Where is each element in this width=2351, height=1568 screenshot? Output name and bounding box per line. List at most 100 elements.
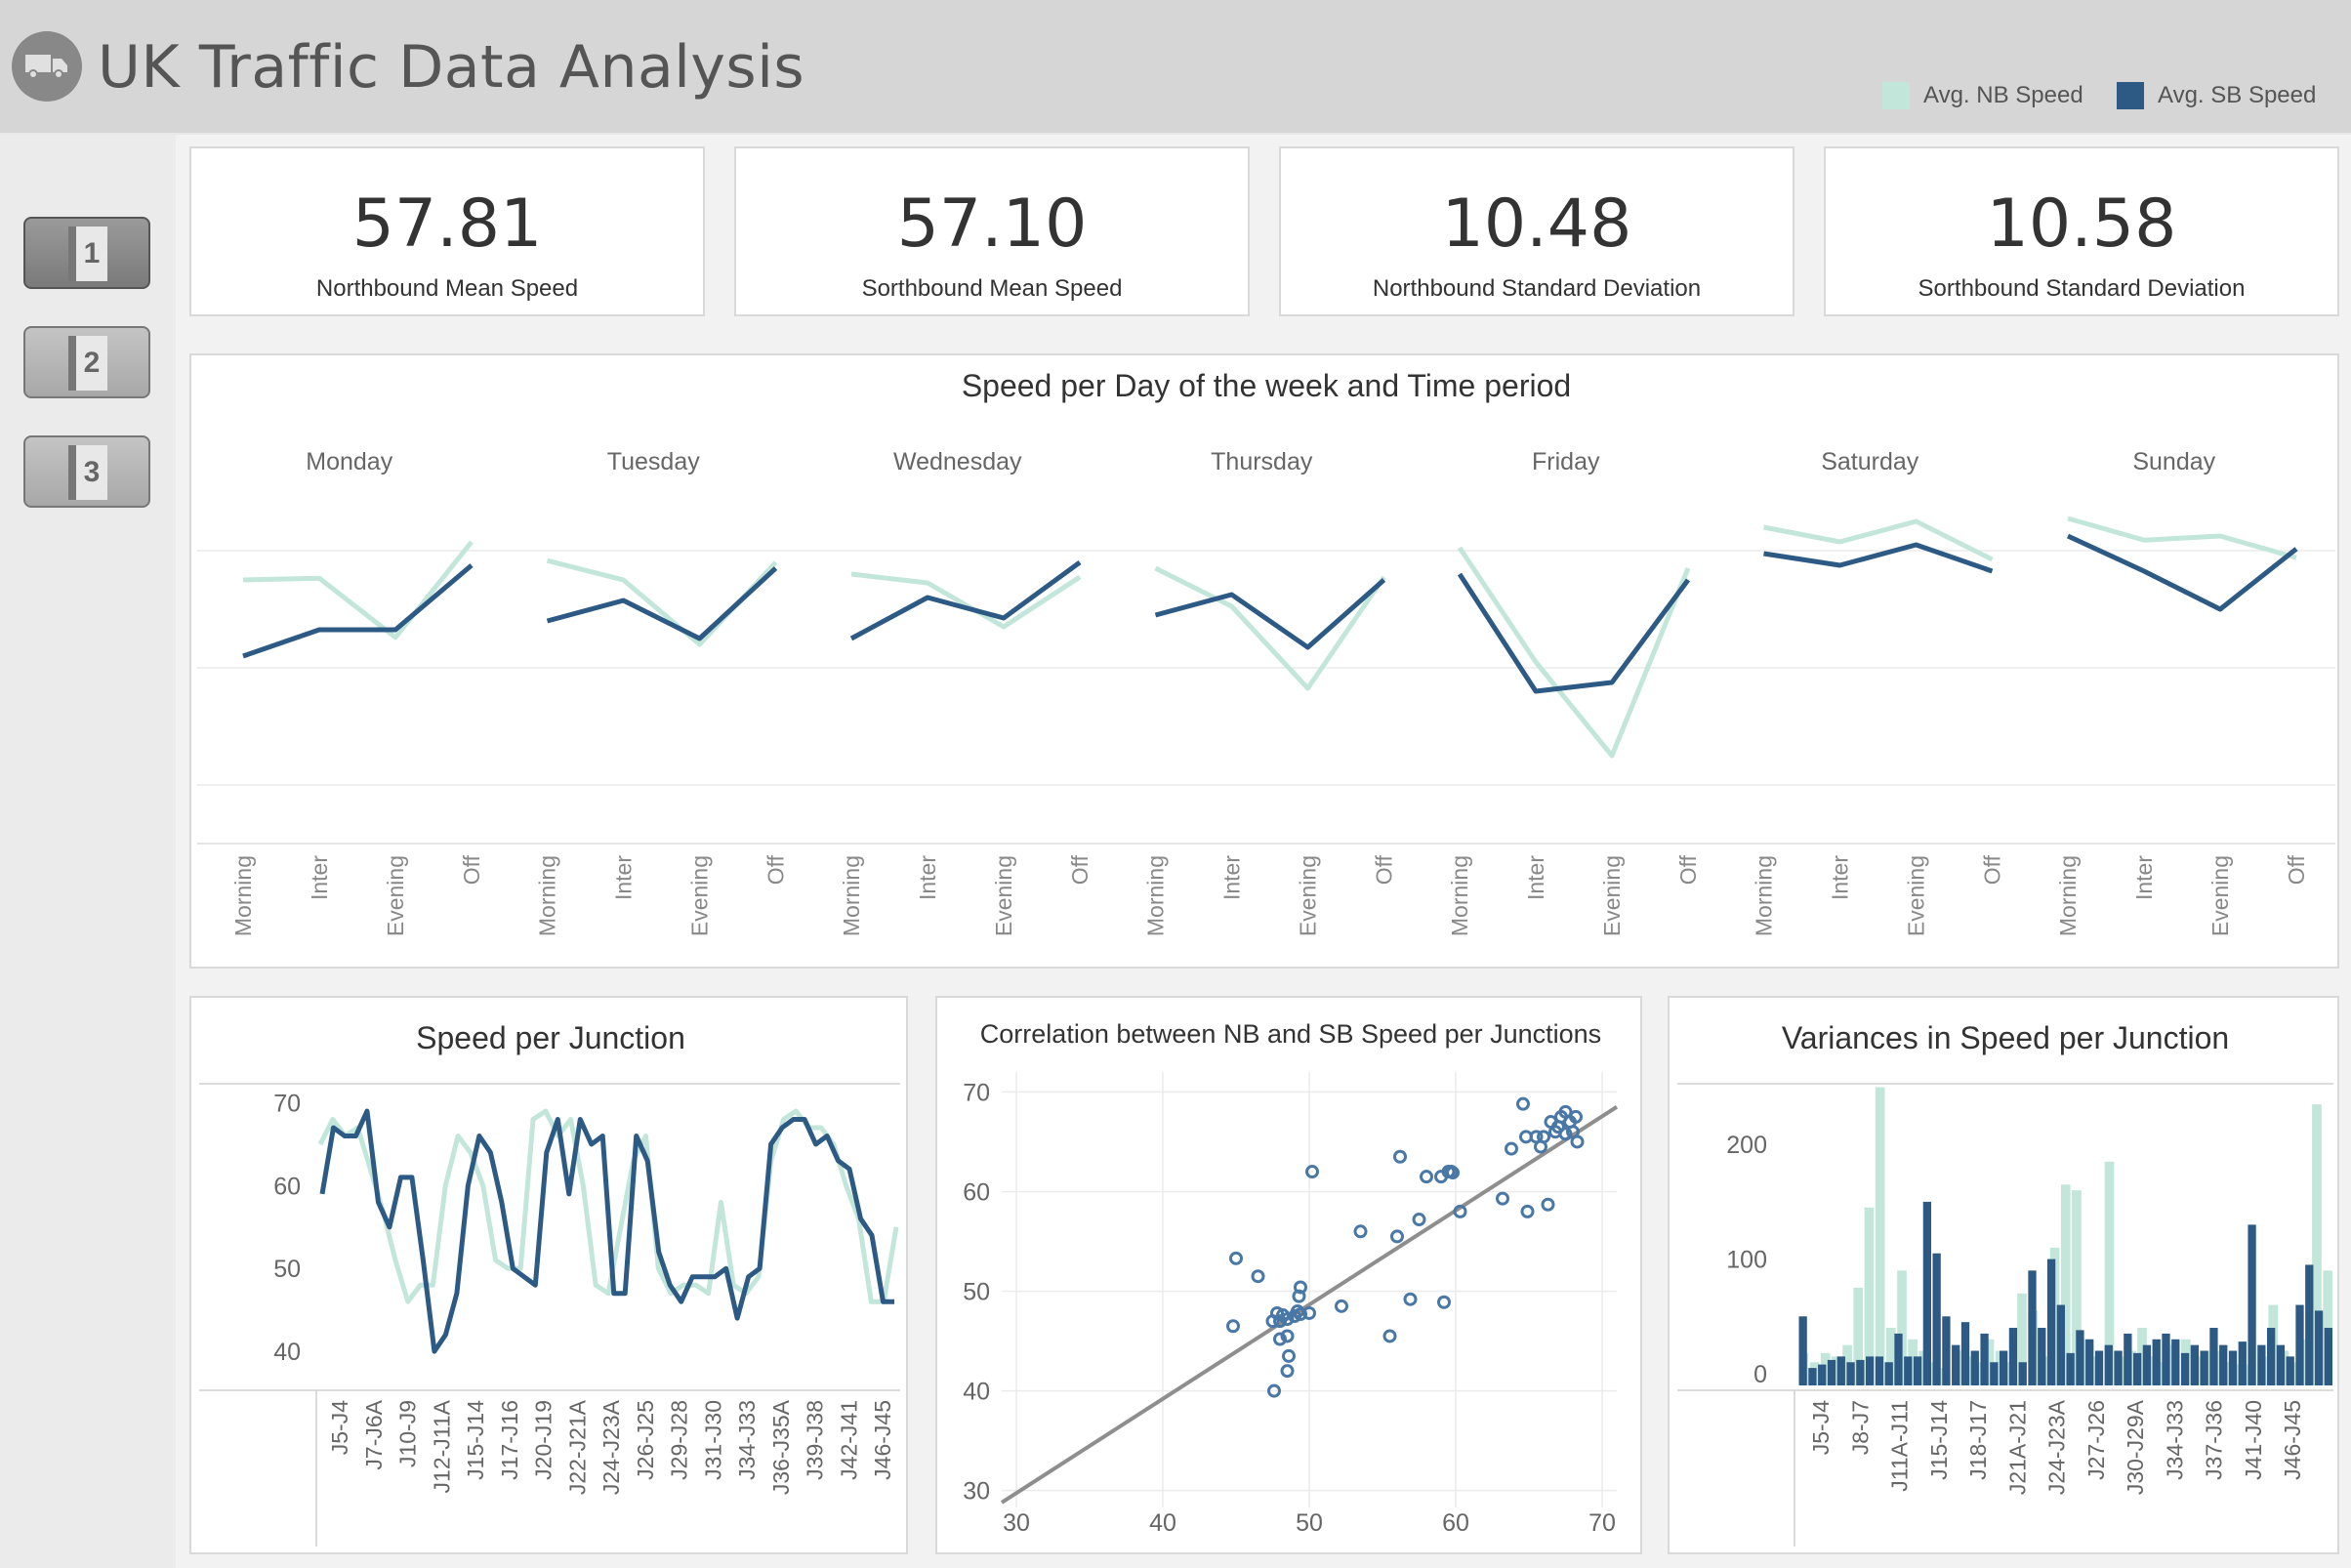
sb-bar	[2228, 1350, 2238, 1385]
x-tick-label: J15-J14	[1926, 1400, 1952, 1480]
correlation-chart: Correlation between NB and SB Speed per …	[963, 1019, 1619, 1537]
day-label: Wednesday	[893, 448, 1022, 475]
sb-bar	[2276, 1344, 2286, 1385]
sb-bar	[2190, 1344, 2199, 1385]
sb-bar	[1884, 1362, 1893, 1385]
x-tick-label: Off	[2284, 854, 2309, 885]
sb-bar	[1904, 1356, 1913, 1385]
sb-bar	[2000, 1350, 2008, 1385]
junction-chart: Speed per Junction 40 50 60 70 J5-J4 J7-J6A J10…	[199, 1020, 900, 1547]
x-tick-label: Inter	[1219, 855, 1245, 900]
x-tick-label: J39-J38	[803, 1400, 828, 1480]
sb-bar	[1818, 1364, 1827, 1385]
x-tick-label: J31-J30	[700, 1400, 725, 1480]
x-tick-label: J27-J26	[2083, 1400, 2109, 1480]
page-2-button[interactable]: 2	[23, 326, 150, 398]
kpi-value: 10.58	[1986, 186, 2177, 263]
chart-title: Speed per Junction	[416, 1020, 685, 1055]
scatter-point	[1305, 1165, 1319, 1179]
x-tick-label: J46-J45	[870, 1400, 895, 1480]
legend-swatch-sb	[2117, 82, 2144, 109]
kpi-sb-std: 10.58 Sorthbound Standard Deviation	[1824, 146, 2339, 316]
scatter-point	[1251, 1269, 1265, 1284]
sb-bar	[2219, 1344, 2228, 1385]
y-tick-label: 50	[273, 1256, 301, 1283]
day-label: Saturday	[1821, 448, 1919, 475]
dashboard-title: UK Traffic Data Analysis	[98, 33, 805, 102]
page-3-button[interactable]: 3	[23, 435, 150, 508]
kpi-value: 57.10	[896, 186, 1088, 263]
sb-bar	[1980, 1333, 1989, 1385]
x-tick-label: J30-J29A	[2123, 1399, 2148, 1495]
sb-bar	[2018, 1362, 2027, 1385]
sb-bar	[1846, 1362, 1855, 1385]
sb-bar	[2066, 1352, 2075, 1385]
sb-bar	[1808, 1368, 1817, 1385]
kpi-label: Northbound Mean Speed	[315, 275, 579, 302]
x-tick-label: J41-J40	[2241, 1400, 2266, 1480]
x-tick-label: Morning	[230, 855, 256, 936]
sb-bar	[2142, 1344, 2152, 1385]
sb-bar	[1942, 1316, 1951, 1385]
sb-bar	[2238, 1341, 2247, 1385]
page-1-icon: 1	[68, 227, 107, 281]
sb-bar	[2046, 1259, 2056, 1385]
x-tick-label: Evening	[687, 855, 713, 936]
sb-bar	[1952, 1344, 1960, 1385]
variance-panel: Variances in Speed per Junction 0 100 200 J5…	[1668, 996, 2339, 1554]
sb-bar	[2104, 1344, 2113, 1385]
x-tick-label: Evening	[991, 855, 1016, 936]
sb-bar	[2008, 1328, 2018, 1385]
sb-line	[1763, 542, 1994, 574]
sb-bar	[2267, 1328, 2276, 1385]
nb-line	[242, 540, 474, 640]
day-label: Sunday	[2132, 448, 2215, 475]
x-tick-label: Inter	[1523, 855, 1548, 900]
kpi-label: Sorthbound Mean Speed	[861, 275, 1123, 302]
x-tick-label: 30	[1003, 1509, 1030, 1537]
kpi-value: 10.48	[1441, 186, 1632, 263]
sb-bar	[1932, 1253, 1941, 1385]
y-tick-label: 40	[273, 1339, 301, 1366]
sb-bar	[2209, 1328, 2218, 1385]
sb-bar	[2028, 1270, 2037, 1385]
legend-item-sb[interactable]: Avg. SB Speed	[2117, 80, 2316, 111]
x-tick-label: Inter	[611, 855, 637, 900]
sb-bar	[2180, 1352, 2190, 1385]
x-tick-label: J22-J21A	[564, 1399, 590, 1495]
sb-bar	[1894, 1333, 1903, 1385]
x-tick-label: Off	[1675, 854, 1701, 885]
scatter-point	[1412, 1213, 1426, 1227]
x-tick-label: 40	[1149, 1509, 1176, 1537]
page-2-icon: 2	[68, 336, 107, 391]
x-tick-label: Off	[763, 854, 789, 885]
sb-bar	[1922, 1201, 1931, 1385]
x-tick-label: J20-J19	[531, 1400, 557, 1480]
scatter-point	[1570, 1135, 1585, 1149]
sb-bar	[2124, 1333, 2132, 1385]
nb-line	[1154, 565, 1386, 691]
correlation-panel: Correlation between NB and SB Speed per …	[935, 996, 1642, 1554]
nb-line	[1457, 546, 1691, 759]
sb-bar	[1827, 1359, 1836, 1385]
y-tick-label: 70	[273, 1091, 301, 1118]
kpi-value: 57.81	[351, 186, 543, 263]
legend-label-nb: Avg. NB Speed	[1923, 82, 2083, 108]
day-label: Friday	[1532, 448, 1600, 475]
chart-title: Correlation between NB and SB Speed per …	[980, 1019, 1601, 1049]
sidebar: 1 2 3	[0, 135, 176, 1568]
scatter-point	[1403, 1292, 1418, 1306]
day-label: Tuesday	[607, 448, 700, 475]
sb-bar	[1836, 1356, 1845, 1385]
x-tick-label: Off	[1372, 854, 1397, 885]
sb-bar	[1875, 1356, 1884, 1385]
legend-item-nb[interactable]: Avg. NB Speed	[1882, 80, 2083, 111]
sb-bar	[2295, 1304, 2304, 1385]
scatter-point	[1516, 1096, 1530, 1111]
x-tick-label: Inter	[307, 855, 332, 900]
x-tick-label: Evening	[1296, 855, 1321, 936]
sb-bar	[2248, 1224, 2256, 1385]
sb-bar	[2305, 1264, 2314, 1385]
page-1-button[interactable]: 1	[23, 217, 150, 289]
kpi-nb-std: 10.48 Northbound Standard Deviation	[1279, 146, 1794, 316]
